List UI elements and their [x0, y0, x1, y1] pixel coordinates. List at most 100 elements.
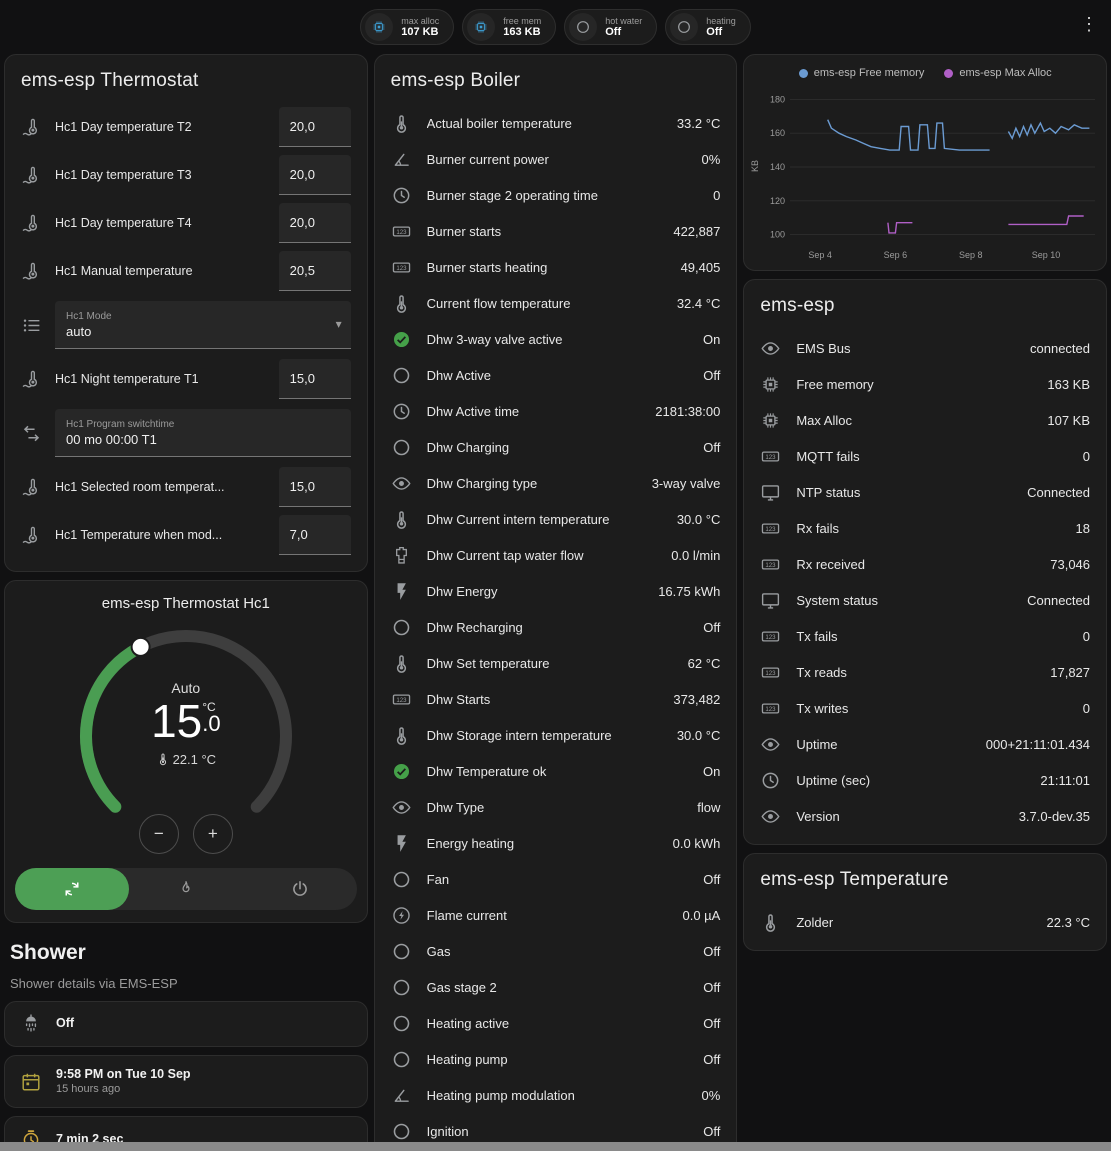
entity-row[interactable]: Burner stage 2 operating time 0: [391, 177, 721, 213]
entity-name: Free memory: [796, 377, 1032, 392]
entity-row[interactable]: NTP status Connected: [760, 474, 1090, 510]
entity-value: 0.0 l/min: [671, 548, 720, 563]
entity-row[interactable]: Max Alloc 107 KB: [760, 402, 1090, 438]
status-badge[interactable]: hot water Off: [564, 9, 657, 45]
entity-row[interactable]: Heating active Off: [391, 1005, 721, 1041]
circle-icon: [569, 13, 597, 41]
entity-row[interactable]: Dhw Recharging Off: [391, 609, 721, 645]
entity-row[interactable]: Gas Off: [391, 933, 721, 969]
entity-row[interactable]: System status Connected: [760, 582, 1090, 618]
entity-row[interactable]: Dhw Current intern temperature 30.0 °C: [391, 501, 721, 537]
entity-row[interactable]: Dhw Energy 16.75 kWh: [391, 573, 721, 609]
number-input[interactable]: 15,0: [279, 359, 351, 399]
entity-row[interactable]: Burner current power 0%: [391, 141, 721, 177]
entity-row[interactable]: Heating pump modulation 0%: [391, 1077, 721, 1113]
entity-row[interactable]: 123 Tx fails 0: [760, 618, 1090, 654]
entity-name: Tx writes: [796, 701, 1067, 716]
chart: KB 100120140160180Sep 4Sep 6Sep 8Sep 10: [750, 83, 1100, 268]
sync-icon: [62, 879, 82, 899]
entity-value: 21:11:01: [1040, 773, 1090, 788]
entity-row[interactable]: 123 Rx fails 18: [760, 510, 1090, 546]
hvac-mode-button[interactable]: [15, 868, 129, 910]
entity-value: Off: [703, 620, 720, 635]
number-input[interactable]: 20,0: [279, 203, 351, 243]
entity-row[interactable]: Fan Off: [391, 861, 721, 897]
entity-value: 17,827: [1050, 665, 1090, 680]
entity-value: Connected: [1027, 593, 1090, 608]
entity-row[interactable]: 123 Tx writes 0: [760, 690, 1090, 726]
entity-row[interactable]: 123 Tx reads 17,827: [760, 654, 1090, 690]
entity-row[interactable]: Dhw 3-way valve active On: [391, 321, 721, 357]
entity-row[interactable]: 123 Rx received 73,046: [760, 546, 1090, 582]
monitor-icon: [760, 590, 781, 611]
entity-row[interactable]: Version 3.7.0-dev.35: [760, 798, 1090, 834]
eye-icon: [760, 806, 781, 827]
entity-name: Hc1 Manual temperature: [55, 264, 266, 278]
entity-row[interactable]: Dhw Active time 2181:38:00: [391, 393, 721, 429]
field-value: auto: [66, 324, 325, 339]
number-input[interactable]: 7,0: [279, 515, 351, 555]
entity-row[interactable]: Energy heating 0.0 kWh: [391, 825, 721, 861]
status-badge[interactable]: free mem 163 KB: [462, 9, 556, 45]
number-input[interactable]: 20,0: [279, 107, 351, 147]
entity-name: Dhw Energy: [427, 584, 644, 599]
entity-row[interactable]: 123 Burner starts 422,887: [391, 213, 721, 249]
entity-row[interactable]: Dhw Active Off: [391, 357, 721, 393]
entity-row[interactable]: Gas stage 2 Off: [391, 969, 721, 1005]
circle-icon: [670, 13, 698, 41]
entity-row[interactable]: 123 MQTT fails 0: [760, 438, 1090, 474]
entity-row[interactable]: Dhw Charging Off: [391, 429, 721, 465]
entity-row[interactable]: Dhw Temperature ok On: [391, 753, 721, 789]
thermostat-hc1-card: ems-esp Thermostat Hc1 ⋮ Auto 15 °C: [4, 580, 368, 923]
legend-item[interactable]: ems-esp Max Alloc: [944, 67, 1051, 79]
entity-value: 33.2 °C: [677, 116, 721, 131]
badge-label: max alloc: [401, 16, 439, 26]
entity-row[interactable]: Free memory 163 KB: [760, 366, 1090, 402]
entity-row[interactable]: Dhw Storage intern temperature 30.0 °C: [391, 717, 721, 753]
entity-row[interactable]: Uptime (sec) 21:11:01: [760, 762, 1090, 798]
badge-label: heating: [706, 16, 736, 26]
number-input[interactable]: 20,5: [279, 251, 351, 291]
status-badge[interactable]: heating Off: [665, 9, 751, 45]
shower-card[interactable]: Off: [4, 1001, 368, 1047]
entity-row[interactable]: 123 Dhw Starts 373,482: [391, 681, 721, 717]
entity-name: Uptime (sec): [796, 773, 1025, 788]
entity-row[interactable]: 123 Burner starts heating 49,405: [391, 249, 721, 285]
entity-value: Off: [703, 872, 720, 887]
hvac-mode-button[interactable]: [129, 868, 243, 910]
entity-row[interactable]: Uptime 000+21:11:01.434: [760, 726, 1090, 762]
entity-row[interactable]: Dhw Current tap water flow 0.0 l/min: [391, 537, 721, 573]
entity-row[interactable]: EMS Bus connected: [760, 330, 1090, 366]
entity-name: Dhw 3-way valve active: [427, 332, 688, 347]
horizontal-scrollbar[interactable]: [0, 1142, 1111, 1151]
entity-name: Dhw Type: [427, 800, 683, 815]
thermometer-icon: [391, 509, 412, 530]
entity-row[interactable]: Dhw Charging type 3-way valve: [391, 465, 721, 501]
badge-label: free mem: [503, 16, 541, 26]
mode-select[interactable]: Hc1 Mode auto ▾: [55, 301, 351, 349]
temp-decrease-button[interactable]: −: [139, 814, 179, 854]
entity-row[interactable]: Zolder 22.3 °C: [760, 904, 1090, 940]
number-input[interactable]: 15,0: [279, 467, 351, 507]
hvac-mode-button[interactable]: [243, 868, 357, 910]
clock-icon: [391, 185, 412, 206]
entity-row[interactable]: Heating pump Off: [391, 1041, 721, 1077]
entity-row[interactable]: Current flow temperature 32.4 °C: [391, 285, 721, 321]
entity-row[interactable]: Flame current 0.0 µA: [391, 897, 721, 933]
lightning-icon: [391, 581, 412, 602]
entity-name: Dhw Current tap water flow: [427, 548, 657, 563]
entity-name: Hc1 Night temperature T1: [55, 372, 266, 386]
entity-name: EMS Bus: [796, 341, 1015, 356]
entity-row: Hc1 Manual temperature 20,5: [21, 247, 351, 295]
entity-row[interactable]: Dhw Type flow: [391, 789, 721, 825]
legend-item[interactable]: ems-esp Free memory: [799, 67, 925, 79]
entity-row[interactable]: Dhw Set temperature 62 °C: [391, 645, 721, 681]
status-badge[interactable]: max alloc 107 KB: [360, 9, 454, 45]
counter-icon: 123: [391, 221, 412, 242]
number-input[interactable]: 20,0: [279, 155, 351, 195]
temp-increase-button[interactable]: +: [193, 814, 233, 854]
shower-card[interactable]: 9:58 PM on Tue 10 Sep 15 hours ago: [4, 1055, 368, 1108]
entity-row[interactable]: Actual boiler temperature 33.2 °C: [391, 105, 721, 141]
text-input[interactable]: Hc1 Program switchtime 00 mo 00:00 T1: [55, 409, 351, 457]
thermostat-dial[interactable]: Auto 15 °C .0 22.1 °C: [66, 616, 306, 856]
